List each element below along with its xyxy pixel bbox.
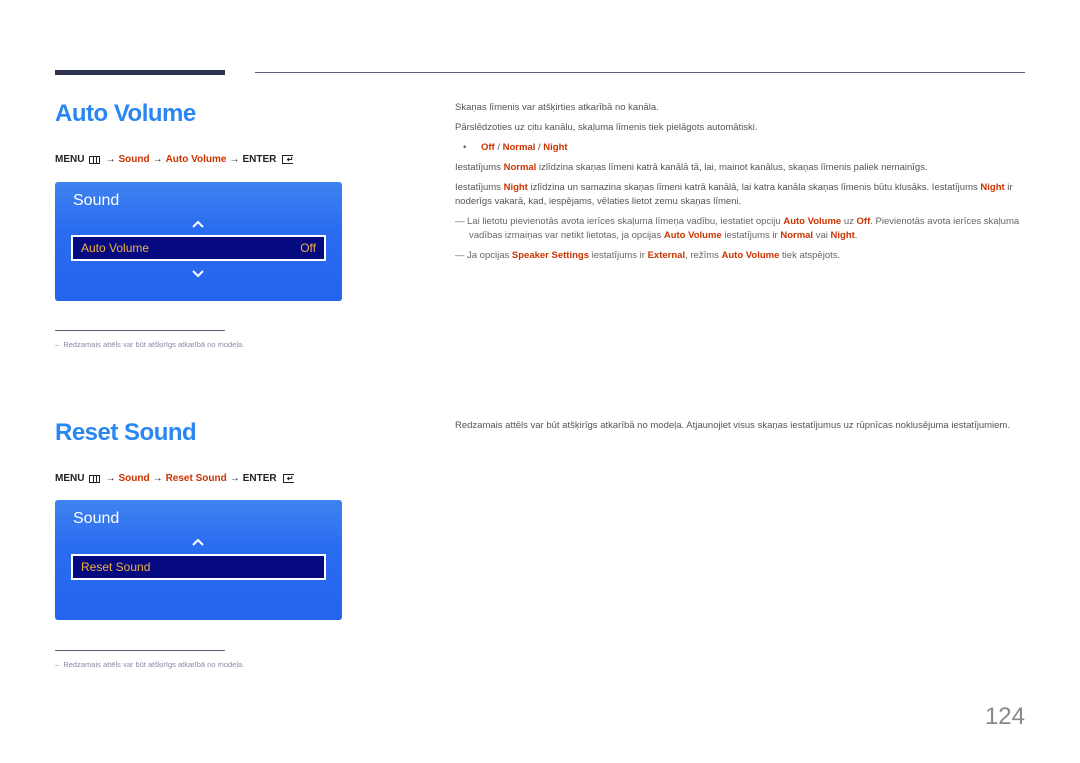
note-dash-icon: —	[455, 250, 465, 261]
keyword: Normal	[503, 162, 537, 173]
keyword: Off	[856, 216, 871, 227]
separator: /	[494, 142, 503, 153]
arrow-icon: →	[152, 154, 163, 165]
osd-title: Sound	[73, 192, 120, 209]
menu-path-reset-sound: MENU → Sound → Reset Sound → ENTER ↵	[55, 473, 294, 484]
osd-item-auto-volume[interactable]: Auto Volume Off	[71, 235, 326, 261]
menu-path-auto-volume: MENU → Sound → Auto Volume → ENTER ↵	[55, 154, 294, 165]
enter-label: ENTER	[242, 154, 277, 165]
keyword: Auto Volume	[783, 216, 842, 227]
reset-sound-description: Redzamais attēls var būt atšķirīgs atkar…	[455, 419, 1025, 439]
arrow-icon: →	[152, 473, 163, 484]
text: .	[854, 230, 858, 241]
footnote: – Redzamais attēls var būt atšķirīgs atk…	[55, 660, 245, 669]
osd-sound-panel: Sound Auto Volume Off	[55, 182, 342, 301]
arrow-icon: →	[229, 154, 240, 165]
keyword: Auto Volume	[721, 250, 780, 261]
text: uz	[841, 216, 857, 227]
text: iestatījums ir	[588, 250, 648, 261]
menu-label: MENU	[55, 473, 85, 484]
text: Ja opcijas	[467, 250, 512, 261]
keyword: Auto Volume	[663, 230, 722, 241]
keyword: Speaker Settings	[511, 250, 589, 261]
note-1: — Lai lietotu pievienotās avota ierīces s…	[455, 215, 1025, 243]
footnote-text: Redzamais attēls var būt atšķirīgs atkar…	[63, 660, 245, 669]
enter-label: ENTER	[242, 473, 277, 484]
menu-label: MENU	[55, 154, 85, 165]
menu-path-item: Reset Sound	[165, 473, 227, 484]
keyword: External	[647, 250, 686, 261]
note-2: — Ja opcijas Speaker Settings iestatījums…	[455, 249, 1025, 263]
keyword: Night	[830, 230, 855, 241]
chevron-down-icon[interactable]	[192, 268, 204, 280]
menu-icon	[89, 474, 101, 483]
osd-title: Sound	[73, 510, 120, 527]
page-number: 124	[984, 703, 1025, 730]
text: Iestatījums	[455, 182, 504, 193]
osd-item-label: Auto Volume	[81, 241, 150, 255]
keyword: Night	[503, 182, 528, 193]
chevron-up-icon[interactable]	[192, 536, 204, 548]
text: Lai lietotu pievienotās avota ierīces sk…	[467, 216, 784, 227]
chevron-up-icon[interactable]	[192, 218, 204, 230]
keyword: Normal	[780, 230, 814, 241]
osd-item-label: Reset Sound	[81, 560, 151, 574]
normal-description: Iestatījums Normal izlīdzina skaņas līme…	[455, 161, 1025, 175]
night-description: Iestatījums Night izlīdzina un samazina …	[455, 181, 1025, 209]
arrow-icon: →	[229, 473, 240, 484]
text: , režīms	[685, 250, 722, 261]
header-rule-thick	[55, 70, 225, 75]
note-dash-icon: —	[455, 216, 465, 227]
osd-item-value: Off	[300, 241, 316, 255]
option-night: Night	[543, 142, 568, 153]
section-title-auto-volume: Auto Volume	[55, 100, 196, 127]
paragraph: Skaņas līmenis var atšķirties atkarībā n…	[455, 102, 659, 113]
header-rule-thin	[255, 72, 1025, 73]
menu-icon	[89, 155, 101, 164]
footnote: – Redzamais attēls var būt atšķirīgs atk…	[55, 340, 245, 349]
enter-icon: ↵	[282, 474, 294, 483]
keyword: Night	[980, 182, 1005, 193]
bullet-icon: •	[463, 142, 467, 153]
footnote-rule	[55, 650, 225, 651]
enter-icon: ↵	[282, 155, 294, 164]
auto-volume-description: Skaņas līmenis var atšķirties atkarībā n…	[455, 101, 1025, 269]
text: Iestatījums	[455, 162, 504, 173]
paragraph: Redzamais attēls var būt atšķirīgs atkar…	[455, 420, 1010, 431]
osd-sound-panel: Sound Reset Sound	[55, 500, 342, 620]
options-list: • Off / Normal / Night	[455, 141, 1025, 155]
section-title-reset-sound: Reset Sound	[55, 419, 197, 446]
text: izlīdzina skaņas līmeni katrā kanālā tā,…	[536, 162, 928, 173]
option-off: Off	[481, 142, 495, 153]
arrow-icon: →	[105, 154, 116, 165]
text: iestatījums ir	[721, 230, 781, 241]
menu-path-sound: Sound	[118, 473, 150, 484]
text: izlīdzina un samazina skaņas līmeni katr…	[527, 182, 981, 193]
text: vai	[813, 230, 831, 241]
osd-item-reset-sound[interactable]: Reset Sound	[71, 554, 326, 580]
text: tiek atspējots.	[779, 250, 841, 261]
footnote-rule	[55, 330, 225, 331]
footnote-text: Redzamais attēls var būt atšķirīgs atkar…	[63, 340, 245, 349]
option-normal: Normal	[502, 142, 536, 153]
menu-path-item: Auto Volume	[165, 154, 227, 165]
arrow-icon: →	[105, 473, 116, 484]
paragraph: Pārslēdzoties uz citu kanālu, skaļuma lī…	[455, 122, 758, 133]
menu-path-sound: Sound	[118, 154, 150, 165]
